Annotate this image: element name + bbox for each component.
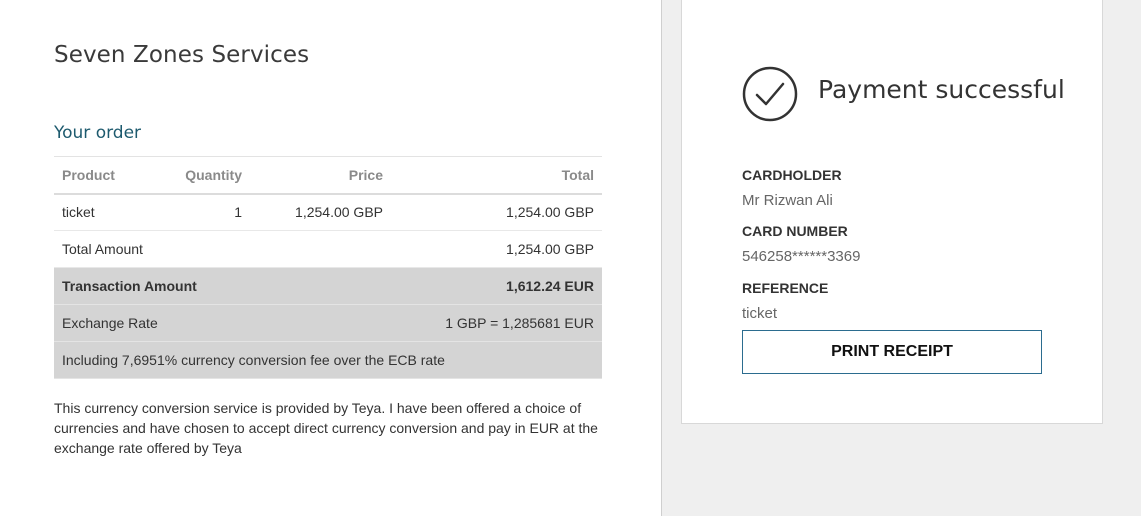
card-number-value: 546258******3369	[742, 248, 861, 265]
column-header-total: Total	[391, 156, 602, 195]
fee-note: Including 7,6951% currency conversion fe…	[54, 341, 602, 379]
order-table: Product Quantity Price Total ticket 1 1,…	[54, 156, 602, 379]
card-number-label: CARD NUMBER	[742, 223, 848, 239]
exchange-rate-row: Exchange Rate 1 GBP = 1,285681 EUR	[54, 304, 602, 342]
exchange-rate-value: 1 GBP = 1,285681 EUR	[250, 304, 602, 342]
total-amount-row: Total Amount 1,254.00 GBP	[54, 230, 602, 268]
fee-note-row: Including 7,6951% currency conversion fe…	[54, 341, 602, 379]
column-header-price: Price	[250, 156, 391, 195]
item-quantity: 1	[154, 193, 250, 231]
transaction-amount-label: Transaction Amount	[54, 267, 250, 305]
exchange-rate-label: Exchange Rate	[54, 304, 250, 342]
order-panel: Seven Zones Services Your order Product …	[0, 0, 662, 516]
item-product: ticket	[54, 193, 154, 231]
table-header-row: Product Quantity Price Total	[54, 156, 602, 195]
merchant-name: Seven Zones Services	[54, 42, 310, 68]
order-heading: Your order	[54, 123, 142, 143]
total-amount-label: Total Amount	[54, 230, 250, 268]
cardholder-value: Mr Rizwan Ali	[742, 192, 833, 209]
column-header-product: Product	[54, 156, 154, 195]
transaction-amount-row: Transaction Amount 1,612.24 EUR	[54, 267, 602, 305]
cardholder-label: CARDHOLDER	[742, 167, 842, 183]
conversion-disclaimer: This currency conversion service is prov…	[54, 400, 598, 456]
receipt-card: Payment successful CARDHOLDER Mr Rizwan …	[681, 0, 1103, 424]
payment-status: Payment successful	[818, 75, 1065, 104]
print-receipt-button[interactable]: PRINT RECEIPT	[742, 330, 1042, 374]
total-amount-value: 1,254.00 GBP	[250, 230, 602, 268]
column-header-quantity: Quantity	[154, 156, 250, 195]
item-total: 1,254.00 GBP	[391, 193, 602, 231]
table-row: ticket 1 1,254.00 GBP 1,254.00 GBP	[54, 193, 602, 231]
reference-value: ticket	[742, 305, 778, 322]
reference-label: REFERENCE	[742, 280, 829, 296]
transaction-amount-value: 1,612.24 EUR	[250, 267, 602, 305]
item-price: 1,254.00 GBP	[250, 193, 391, 231]
check-circle-icon	[742, 66, 798, 122]
